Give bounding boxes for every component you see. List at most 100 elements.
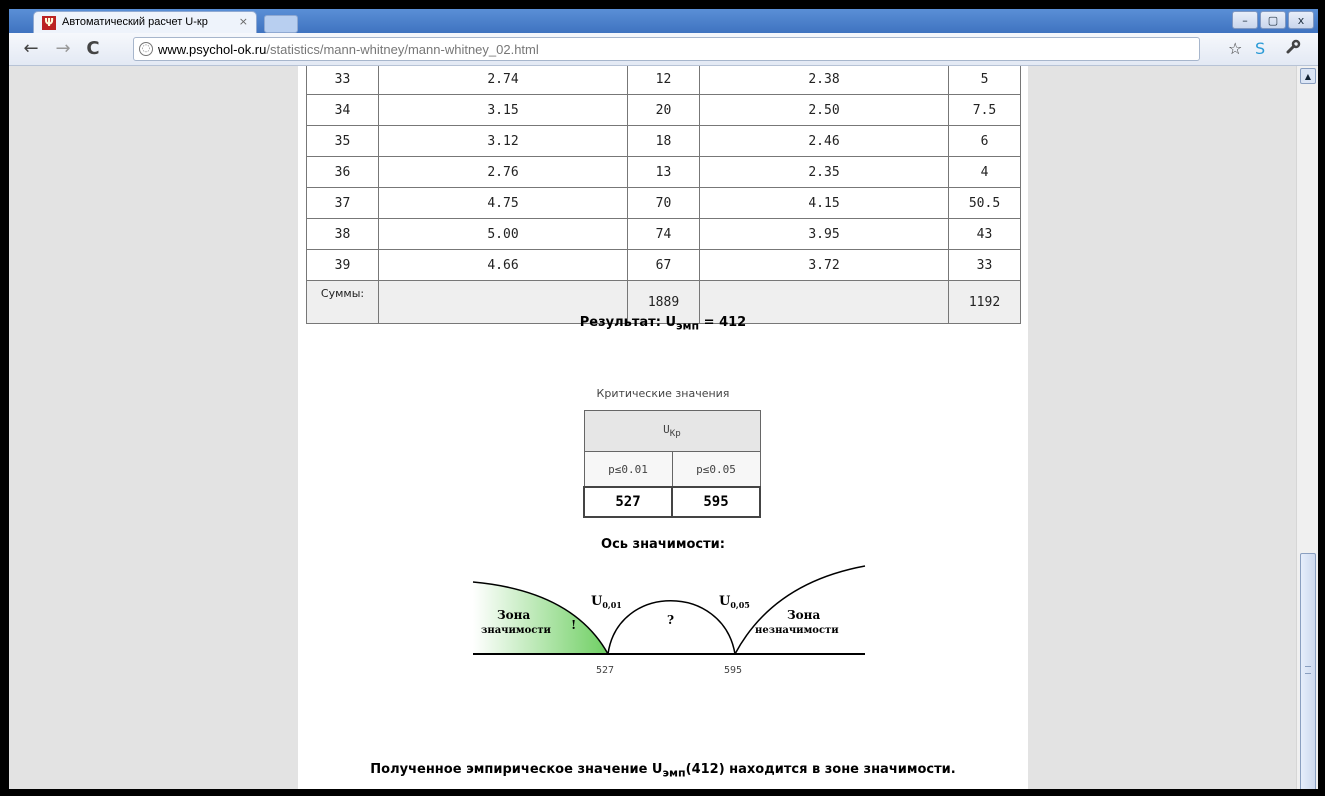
skype-icon[interactable]: S [1255,39,1265,58]
row-number: 38 [306,218,379,250]
significance-axis: Зона значимости ! U0,01 ? U0,05 Зона нез… [472,565,866,676]
p-001-header: p≤0.01 [583,451,673,488]
rank-a: 12 [627,66,700,95]
rank-b: 50.5 [948,187,1021,219]
rank-b: 6 [948,125,1021,157]
value-b: 4.15 [699,187,949,219]
rank-a: 70 [627,187,700,219]
table-row: 36 2.76 13 2.35 4 [306,156,1021,188]
restore-button[interactable]: ▢ [1260,11,1286,29]
rank-b: 5 [948,66,1021,95]
row-number: 39 [306,249,379,281]
url-text: www.psychol-ok.ru/statistics/mann-whitne… [158,42,539,57]
row-number: 37 [306,187,379,219]
critical-value-005: 595 [671,486,761,518]
value-a: 5.00 [378,218,628,250]
conclusion-text: Полученное эмпирическое значение Uэмп(41… [298,762,1028,780]
rank-a: 74 [627,218,700,250]
value-a: 2.74 [378,66,628,95]
value-b: 3.72 [699,249,949,281]
browser-tab[interactable]: Ψ Автоматический расчет U-кр × [33,11,257,33]
u-label: U [663,422,670,436]
table-row: 35 3.12 18 2.46 6 [306,125,1021,157]
wrench-icon[interactable] [1285,39,1301,59]
star-icon[interactable]: ☆ [1228,39,1242,58]
row-number: 34 [306,94,379,126]
row-number: 35 [306,125,379,157]
scroll-up-icon[interactable]: ▲ [1300,68,1316,84]
critical-table: UКр p≤0.01 p≤0.05 527 595 [583,410,761,518]
close-button[interactable]: x [1288,11,1314,29]
critical-caption: Критические значения [596,387,730,400]
rank-b: 7.5 [948,94,1021,126]
browser-window: Ψ Автоматический расчет U-кр × – ▢ x ← →… [9,9,1318,789]
row-number: 33 [306,66,379,95]
conclusion-part1: Полученное эмпирическое значение U [370,762,663,777]
zone-sig-mark: ! [571,618,576,632]
forward-arrow-icon[interactable]: → [53,39,73,59]
scroll-grip-icon [1305,666,1311,674]
axis-title: Ось значимости: [601,537,725,552]
page-viewport: 33 2.74 12 2.38 5 34 3.15 20 2.50 7.5 35 3.12 18 2.46… [9,66,1296,789]
title-bar: Ψ Автоматический расчет U-кр × – ▢ x [9,9,1318,33]
table-row: 37 4.75 70 4.15 50.5 [306,187,1021,219]
significance-zone [473,582,608,654]
conclusion-sub: эмп [662,766,686,780]
value-b: 2.38 [699,66,949,95]
rank-a: 20 [627,94,700,126]
psi-favicon-icon: Ψ [42,16,56,30]
result-sub: эмп [676,319,700,333]
value-a: 2.76 [378,156,628,188]
reload-icon[interactable]: C [83,39,103,59]
table-row: 39 4.66 67 3.72 33 [306,249,1021,281]
zone-nonsig-label-2: незначимости [755,625,839,636]
table-row: 34 3.15 20 2.50 7.5 [306,94,1021,126]
window-controls: – ▢ x [1232,11,1314,29]
ranks-table: 33 2.74 12 2.38 5 34 3.15 20 2.50 7.5 35 3.12 18 2.46… [306,66,1021,324]
zone-nonsig-label-1: Зона [787,608,820,622]
tick-595: 595 [724,665,742,676]
rank-a: 67 [627,249,700,281]
u005-label: U0,05 [719,594,750,610]
result-text: Результат: Uэмп = 412 [298,315,1028,333]
zone-sig-label-1: Зона [497,608,530,622]
table-row: 33 2.74 12 2.38 5 [306,66,1021,95]
rank-b: 33 [948,249,1021,281]
tab-title: Автоматический расчет U-кр [62,16,208,28]
minimize-button[interactable]: – [1232,11,1258,29]
p-005-header: p≤0.05 [671,451,761,488]
result-value: = 412 [699,315,747,330]
critical-header: UКр [583,410,761,452]
back-arrow-icon[interactable]: ← [21,39,41,59]
conclusion-part2: (412) находится в зоне значимости. [685,762,956,777]
table-row: 38 5.00 74 3.95 43 [306,218,1021,250]
vertical-scrollbar[interactable]: ▲ [1296,66,1318,789]
rank-b: 4 [948,156,1021,188]
u001-label: U0,01 [591,594,622,610]
value-a: 4.66 [378,249,628,281]
zone-unknown-mark: ? [667,613,674,627]
tick-527: 527 [596,665,614,676]
value-a: 3.12 [378,125,628,157]
uncertain-arc [607,600,736,655]
rank-a: 18 [627,125,700,157]
row-number: 36 [306,156,379,188]
value-a: 3.15 [378,94,628,126]
address-bar[interactable]: ◌ www.psychol-ok.ru/statistics/mann-whit… [133,37,1200,61]
browser-toolbar: ← → C ◌ www.psychol-ok.ru/statistics/man… [9,33,1318,66]
value-b: 3.95 [699,218,949,250]
globe-icon: ◌ [139,42,153,56]
page-content: 33 2.74 12 2.38 5 34 3.15 20 2.50 7.5 35 3.12 18 2.46… [298,66,1028,789]
new-tab-button[interactable] [264,15,298,33]
value-a: 4.75 [378,187,628,219]
value-b: 2.50 [699,94,949,126]
scrollbar-thumb[interactable] [1300,553,1316,789]
result-prefix: Результат: U [579,315,677,330]
zone-sig-label-2: значимости [481,625,552,636]
value-b: 2.46 [699,125,949,157]
rank-a: 13 [627,156,700,188]
url-path: /statistics/mann-whitney/mann-whitney_02… [266,42,539,57]
url-host: www.psychol-ok.ru [158,42,267,57]
tab-close-icon[interactable]: × [239,15,248,28]
value-b: 2.35 [699,156,949,188]
